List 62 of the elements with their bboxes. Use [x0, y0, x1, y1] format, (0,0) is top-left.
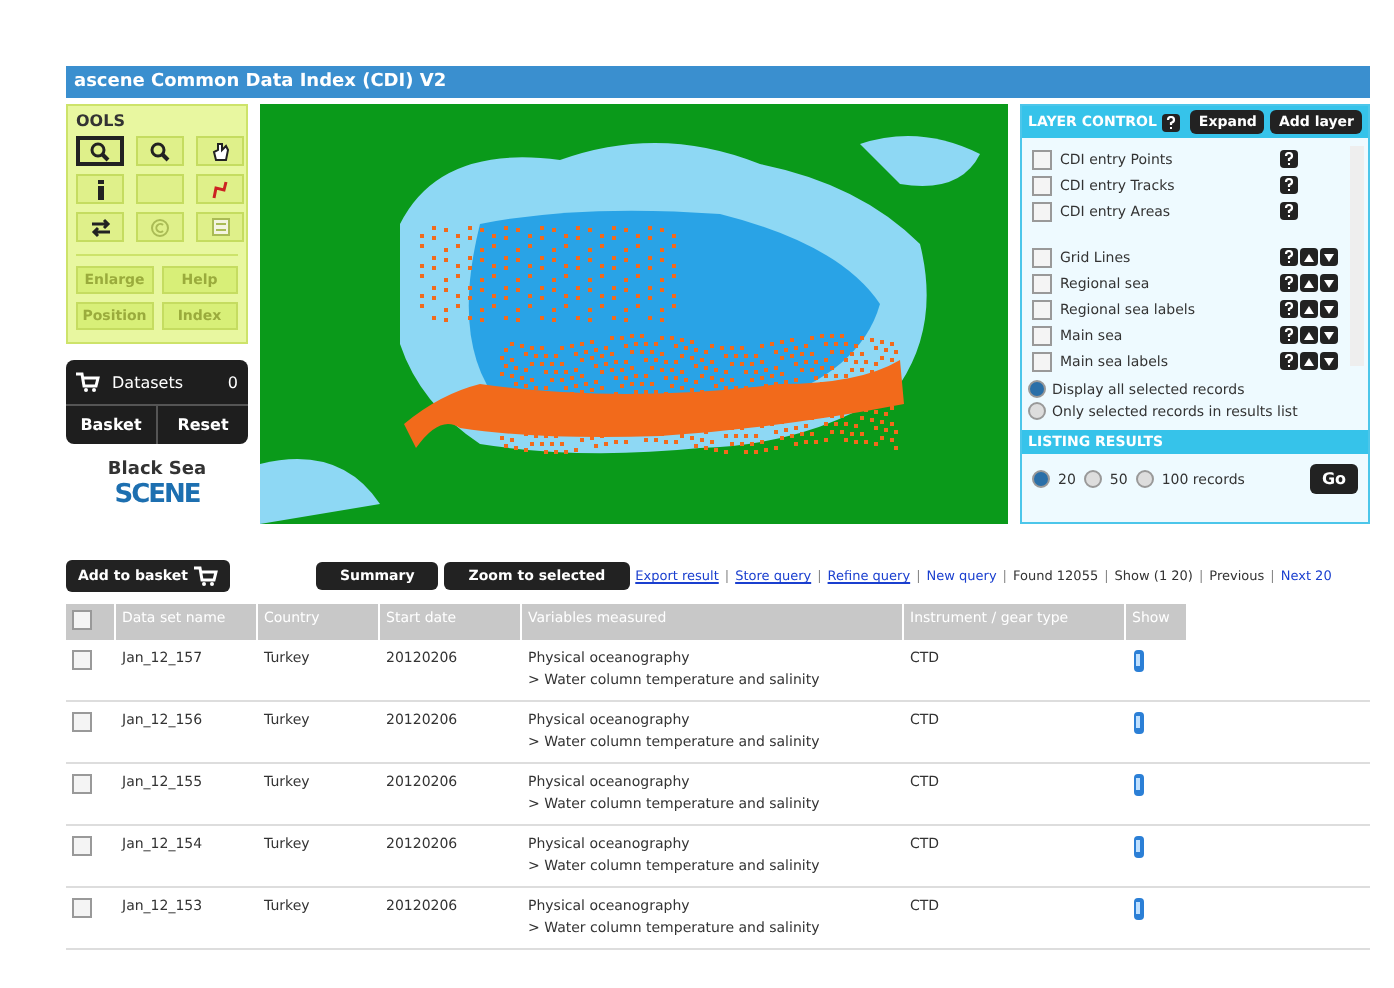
radio-button[interactable] — [1032, 470, 1050, 488]
route-icon — [210, 179, 230, 199]
swap-icon — [89, 217, 111, 237]
help-icon[interactable] — [1280, 274, 1298, 292]
radio-button[interactable] — [1028, 380, 1046, 398]
go-button[interactable]: Go — [1309, 464, 1358, 494]
row-checkbox[interactable] — [72, 712, 92, 732]
help-icon[interactable] — [1280, 202, 1298, 220]
logo: Black Sea SCENE — [105, 460, 209, 510]
radio-button[interactable] — [1028, 402, 1046, 420]
row-checkbox[interactable] — [72, 898, 92, 918]
bottle-icon[interactable] — [1132, 650, 1146, 672]
layer-checkbox[interactable] — [1032, 247, 1052, 267]
radio-button[interactable] — [1083, 470, 1102, 488]
magnifier-icon — [90, 141, 110, 161]
help-icon[interactable] — [1162, 113, 1181, 131]
layer-checkbox[interactable] — [1032, 273, 1052, 293]
basket-button[interactable]: Basket — [66, 406, 156, 444]
bottle-icon[interactable] — [1132, 712, 1146, 734]
down-arrow-icon[interactable] — [1320, 300, 1338, 318]
down-arrow-icon[interactable] — [1320, 326, 1338, 344]
bottle-icon[interactable] — [1132, 898, 1146, 920]
up-arrow-icon[interactable] — [1300, 274, 1318, 292]
up-arrow-icon[interactable] — [1300, 326, 1318, 344]
search-icon — [150, 141, 170, 161]
datasets-label: Datasets — [112, 373, 183, 391]
layer-checkbox[interactable] — [1032, 175, 1052, 195]
help-icon[interactable] — [1280, 248, 1298, 266]
row-checkbox[interactable] — [72, 774, 92, 794]
tool-button[interactable] — [76, 136, 124, 166]
help-icon[interactable] — [1280, 326, 1298, 344]
layer-checkbox[interactable] — [1032, 149, 1052, 169]
up-arrow-icon[interactable] — [1300, 248, 1318, 266]
bottle-icon[interactable] — [1132, 836, 1146, 858]
datasets-count: 0 — [227, 373, 238, 391]
tools-title: OOLS — [76, 112, 127, 130]
layer-checkbox[interactable] — [1032, 299, 1052, 319]
cart-icon — [76, 372, 100, 392]
layer-checkbox[interactable] — [1032, 201, 1052, 221]
row-checkbox[interactable] — [72, 836, 92, 856]
help-icon[interactable] — [1280, 176, 1298, 194]
select-all-checkbox[interactable] — [72, 610, 92, 630]
down-arrow-icon[interactable] — [1320, 352, 1338, 370]
up-arrow-icon[interactable] — [1300, 352, 1318, 370]
layer-checkbox[interactable] — [1032, 351, 1052, 371]
down-arrow-icon[interactable] — [1320, 274, 1338, 292]
list-icon — [211, 218, 229, 236]
help-icon[interactable] — [1280, 150, 1298, 168]
help-icon[interactable] — [1280, 300, 1298, 318]
basket-button[interactable]: Reset — [156, 406, 248, 444]
down-arrow-icon[interactable] — [1320, 248, 1338, 266]
layer-checkbox[interactable] — [1032, 325, 1052, 345]
up-arrow-icon[interactable] — [1300, 300, 1318, 318]
bottle-icon[interactable] — [1132, 774, 1146, 796]
copyright-icon — [150, 217, 170, 237]
app-title-bar: ascene Common Data Index (CDI) V2 — [66, 66, 1370, 98]
hand-icon — [211, 141, 229, 161]
cart-icon — [193, 566, 218, 586]
help-icon[interactable] — [1280, 352, 1298, 370]
row-checkbox[interactable] — [72, 650, 92, 670]
info-icon — [95, 179, 105, 199]
radio-button[interactable] — [1135, 470, 1154, 488]
